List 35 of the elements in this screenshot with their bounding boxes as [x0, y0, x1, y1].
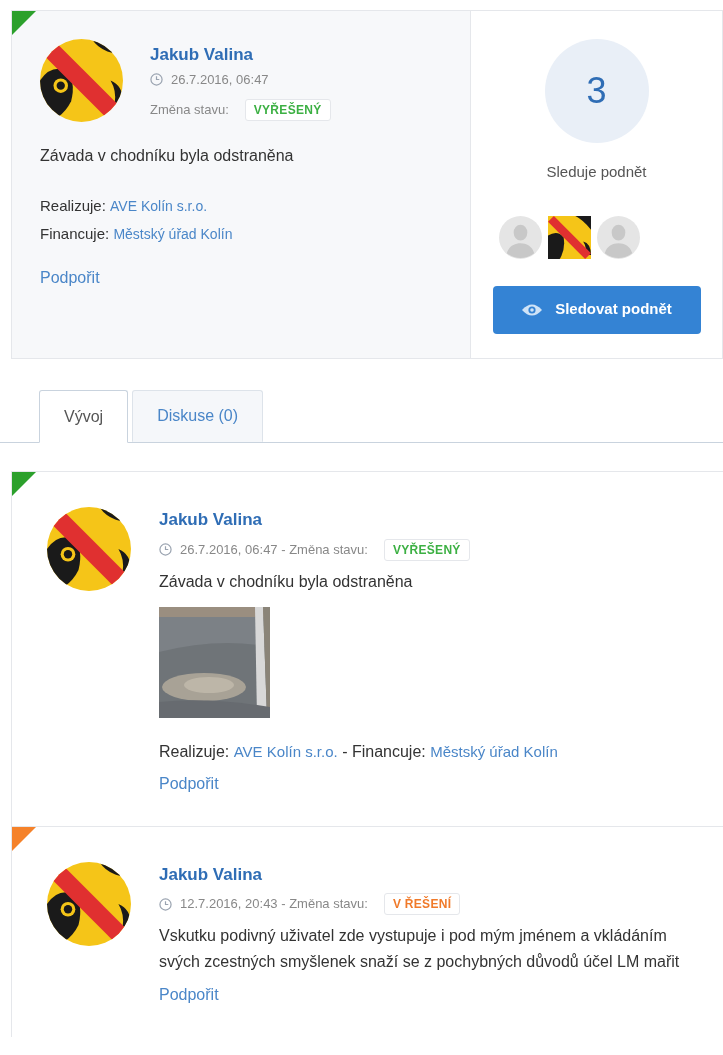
implementer-link[interactable]: AVE Kolín s.r.o. — [233, 742, 338, 760]
clock-icon — [159, 897, 172, 911]
status-badge: V ŘEŠENÍ — [383, 893, 461, 915]
timestamp: 26.7.2016, 06:47 - Změna stavu: — [180, 540, 368, 559]
tab[interactable]: Vývoj — [39, 390, 129, 443]
funder-label: - Financuje: — [342, 742, 426, 760]
status-badge: VYŘEŠENÝ — [383, 538, 470, 561]
entry-text: Vskutku podivný uživatel zde vystupuje i pod mým jménem a vkládáním svých zcestných smyšlenek snaží se z pochybných důvodů účel LM mařit — [159, 926, 681, 972]
timestamp: 26.7.2016, 06:47 — [171, 70, 269, 89]
entry-text: Závada v chodníku byla odstraněna — [159, 571, 414, 592]
implementer-label: Realizuje: — [40, 197, 106, 214]
author-name[interactable]: Jakub Valina — [159, 861, 711, 887]
implementer-label: Realizuje: — [159, 742, 230, 760]
follow-button[interactable]: Sledovat podnět — [492, 285, 701, 334]
support-link[interactable]: Podpořit — [159, 771, 219, 796]
funder-link[interactable]: Městský úřad Kolín — [430, 742, 558, 760]
description: Závada v chodníku byla odstraněna — [40, 146, 295, 166]
status-badge: VYŘEŠENÝ — [244, 99, 331, 121]
support-link[interactable]: Podpořit — [159, 983, 219, 1007]
author-name[interactable]: Jakub Valina — [150, 42, 331, 68]
user-silhouette-icon — [597, 215, 640, 259]
eye-icon — [521, 302, 544, 317]
clock-icon — [159, 543, 172, 556]
status-label: Změna stavu: — [150, 101, 229, 120]
funder-link[interactable]: Městský úřad Kolín — [113, 226, 233, 242]
followers-label: Sleduje podnět — [546, 162, 647, 182]
tab[interactable]: Diskuse (0) — [132, 390, 264, 442]
follower-count: 3 — [544, 39, 649, 143]
clock-icon — [150, 72, 163, 86]
author-name[interactable]: Jakub Valina — [159, 507, 711, 533]
user-silhouette-icon — [499, 215, 542, 259]
support-link[interactable]: Podpořit — [40, 266, 100, 290]
funder-label: Financuje: — [40, 225, 110, 242]
implementer-link[interactable]: AVE Kolín s.r.o. — [110, 198, 208, 214]
timestamp: 12.7.2016, 20:43 - Změna stavu: — [180, 895, 368, 914]
